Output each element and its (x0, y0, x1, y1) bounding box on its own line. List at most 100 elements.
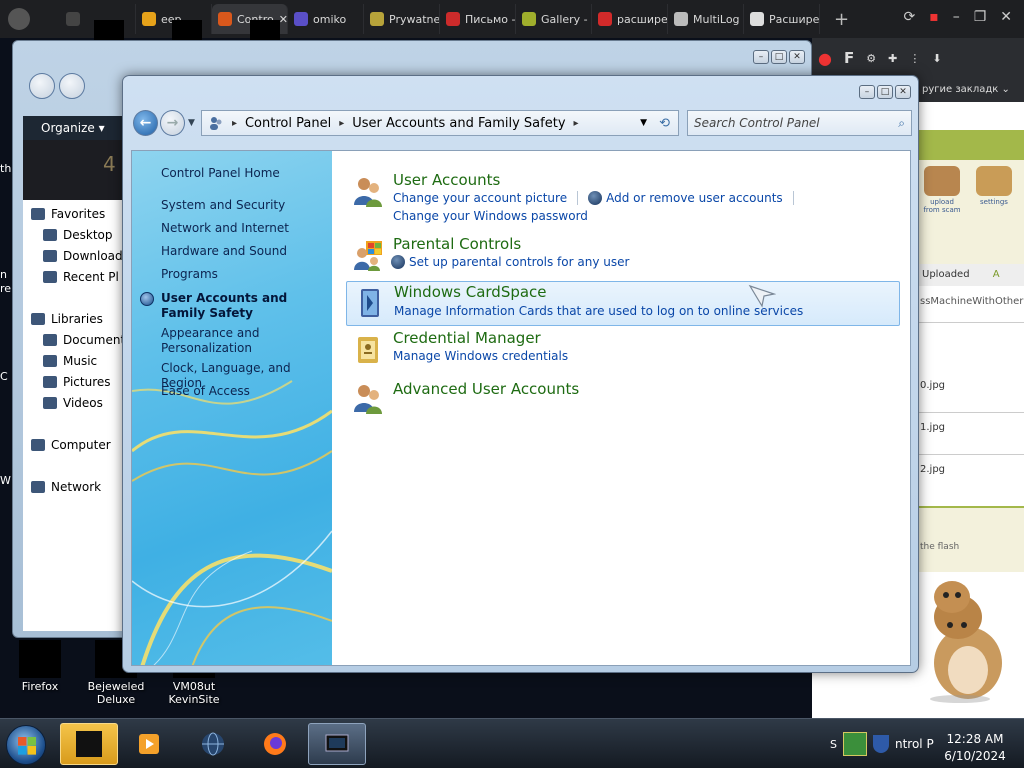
explorer-nav-item[interactable]: Recent Pl (23, 266, 133, 287)
puzzle-extension-icon[interactable]: ✚ (888, 52, 897, 65)
search-input[interactable]: Search Control Panel ⌕ (686, 110, 912, 136)
explorer-close-icon[interactable]: ✕ (789, 50, 805, 64)
clock[interactable]: 12:28 AM 6/10/2024 (940, 731, 1010, 765)
section-title[interactable]: Credential Manager (393, 329, 541, 347)
back-icon[interactable]: ← (133, 110, 159, 136)
folder-icon (43, 396, 57, 409)
explorer-nav-item (23, 413, 133, 434)
explorer-nav-item[interactable]: Libraries (23, 308, 133, 329)
section-title[interactable]: Advanced User Accounts (393, 380, 579, 398)
nav-category-link[interactable]: Hardware and Sound (161, 244, 326, 259)
explorer-nav-item[interactable]: Favorites (23, 203, 133, 224)
refresh-icon[interactable]: ⟲ (659, 116, 670, 131)
explorer-nav-item[interactable]: Downloads (23, 245, 133, 266)
nav-category-link[interactable]: System and Security (161, 198, 326, 213)
start-button[interactable] (6, 725, 46, 765)
nav-category-link[interactable]: Programs (161, 267, 326, 282)
breadcrumb-current[interactable]: User Accounts and Family Safety (352, 116, 565, 131)
browser-tab[interactable]: MultiLog (668, 4, 744, 34)
breadcrumb-separator[interactable]: ▸ (574, 118, 579, 129)
close-tab-icon[interactable]: ✕ (279, 13, 287, 26)
taskbar-media-player[interactable] (120, 723, 178, 765)
minimize-browser-icon[interactable]: – (953, 9, 960, 25)
hamster-gadget-icon[interactable] (920, 575, 1010, 705)
section-title[interactable]: User Accounts (393, 171, 500, 189)
browser-tab[interactable]: Письмо - (440, 4, 516, 34)
download-icon[interactable]: ⬇ (932, 52, 941, 65)
breadcrumb-separator[interactable]: ▸ (232, 118, 237, 129)
explorer-maximize-icon[interactable]: □ (771, 50, 787, 64)
address-box[interactable]: ▸ Control Panel ▸ User Accounts and Fami… (200, 110, 679, 136)
nav-category-link[interactable]: Appearance and Personalization (161, 326, 326, 356)
file-link[interactable]: 1.jpg (916, 422, 1024, 433)
browser-tab[interactable]: Prywatne (364, 4, 440, 34)
cp-maximize-icon[interactable]: □ (877, 85, 893, 99)
organize-button[interactable]: Organize ▾ (23, 116, 133, 140)
tray-overflow-icon[interactable]: S (830, 738, 837, 751)
breadcrumb-control-panel[interactable]: Control Panel (245, 116, 331, 131)
profile-icon[interactable] (8, 8, 30, 30)
extensions-icon[interactable]: ⟳ (903, 9, 915, 25)
cp-minimize-icon[interactable]: – (859, 85, 875, 99)
nav-control-panel-home[interactable]: Control Panel Home (161, 166, 326, 181)
browser-tab[interactable]: Gallery - (516, 4, 592, 34)
search-icon[interactable]: ⌕ (898, 116, 905, 131)
tray-preview[interactable]: ntrol P (895, 737, 934, 751)
task-link[interactable]: Change your Windows password (393, 209, 588, 223)
explorer-minimize-icon[interactable]: – (753, 50, 769, 64)
section-title[interactable]: Windows CardSpace (394, 283, 547, 301)
explorer-nav-label: Desktop (63, 227, 113, 242)
new-tab-icon[interactable]: + (834, 9, 849, 30)
gallery-thumb-settings[interactable] (976, 166, 1012, 196)
task-row: Manage Information Cards that are used t… (394, 304, 803, 318)
section-windows-cardspace[interactable]: Windows CardSpace Manage Information Car… (346, 281, 900, 326)
cp-close-icon[interactable]: ✕ (895, 85, 911, 99)
task-link[interactable]: Manage Information Cards that are used t… (394, 304, 803, 318)
explorer-nav-item[interactable]: Videos (23, 392, 133, 413)
nav-category-link[interactable]: Network and Internet (161, 221, 326, 236)
taskbar-firefox[interactable] (246, 723, 304, 765)
explorer-nav-item[interactable]: Desktop (23, 224, 133, 245)
section-title[interactable]: Parental Controls (393, 235, 521, 253)
file-link[interactable]: 0.jpg (916, 380, 1024, 391)
security-tray-icon[interactable] (872, 735, 889, 753)
gallery-thumb-hamster[interactable] (924, 166, 960, 196)
network-tray-icon[interactable] (842, 732, 867, 756)
explorer-nav-item[interactable]: Music (23, 350, 133, 371)
uploaded-column-header[interactable]: Uploaded A (916, 264, 1024, 286)
browser-tab[interactable]: расшире (592, 4, 668, 34)
task-link[interactable]: Set up parental controls for any user (409, 255, 629, 269)
breadcrumb-separator[interactable]: ▸ (339, 118, 344, 129)
settings-extension-icon[interactable]: ⚙ (866, 52, 876, 65)
explorer-back-icon[interactable] (29, 73, 55, 99)
explorer-nav-item[interactable]: Network (23, 476, 133, 497)
close-browser-icon[interactable]: ✕ (1000, 9, 1012, 25)
file-link[interactable]: 2.jpg (916, 464, 1024, 475)
recent-pages-icon[interactable]: ▼ (188, 118, 195, 128)
menu-extension-icon[interactable]: ⋮ (909, 52, 920, 65)
browser-tab[interactable]: Расшире (744, 4, 820, 34)
browser-tab[interactable]: omiko (288, 4, 364, 34)
task-link[interactable]: Change your account picture (393, 191, 567, 205)
record-icon[interactable]: ● (818, 49, 832, 68)
taskbar-globe-app[interactable] (184, 723, 242, 765)
explorer-nav-item[interactable]: Computer (23, 434, 133, 455)
taskbar-explorer[interactable] (60, 723, 118, 765)
f-extension-icon[interactable]: F (844, 49, 854, 67)
task-link[interactable]: Add or remove user accounts (606, 191, 783, 205)
other-bookmarks[interactable]: ругие закладк ⌄ (918, 78, 1024, 102)
notifications-icon[interactable]: ▪ (929, 9, 939, 25)
divider (916, 454, 1024, 455)
nav-category-link[interactable]: User Accounts and Family Safety (161, 291, 326, 321)
task-link[interactable]: Manage Windows credentials (393, 349, 568, 363)
forward-icon[interactable]: → (160, 110, 186, 136)
explorer-nav-item[interactable]: Documents (23, 329, 133, 350)
explorer-window-buttons: – □ ✕ (753, 50, 805, 64)
address-dropdown-icon[interactable]: ▼ (640, 118, 647, 128)
desktop-icon-firefox[interactable]: Firefox (2, 640, 78, 693)
explorer-forward-icon[interactable] (59, 73, 85, 99)
explorer-nav-item[interactable]: Pictures (23, 371, 133, 392)
restore-browser-icon[interactable]: ❐ (974, 9, 987, 25)
taskbar-control-panel[interactable] (308, 723, 366, 765)
nav-category-link[interactable]: Ease of Access (161, 384, 326, 399)
